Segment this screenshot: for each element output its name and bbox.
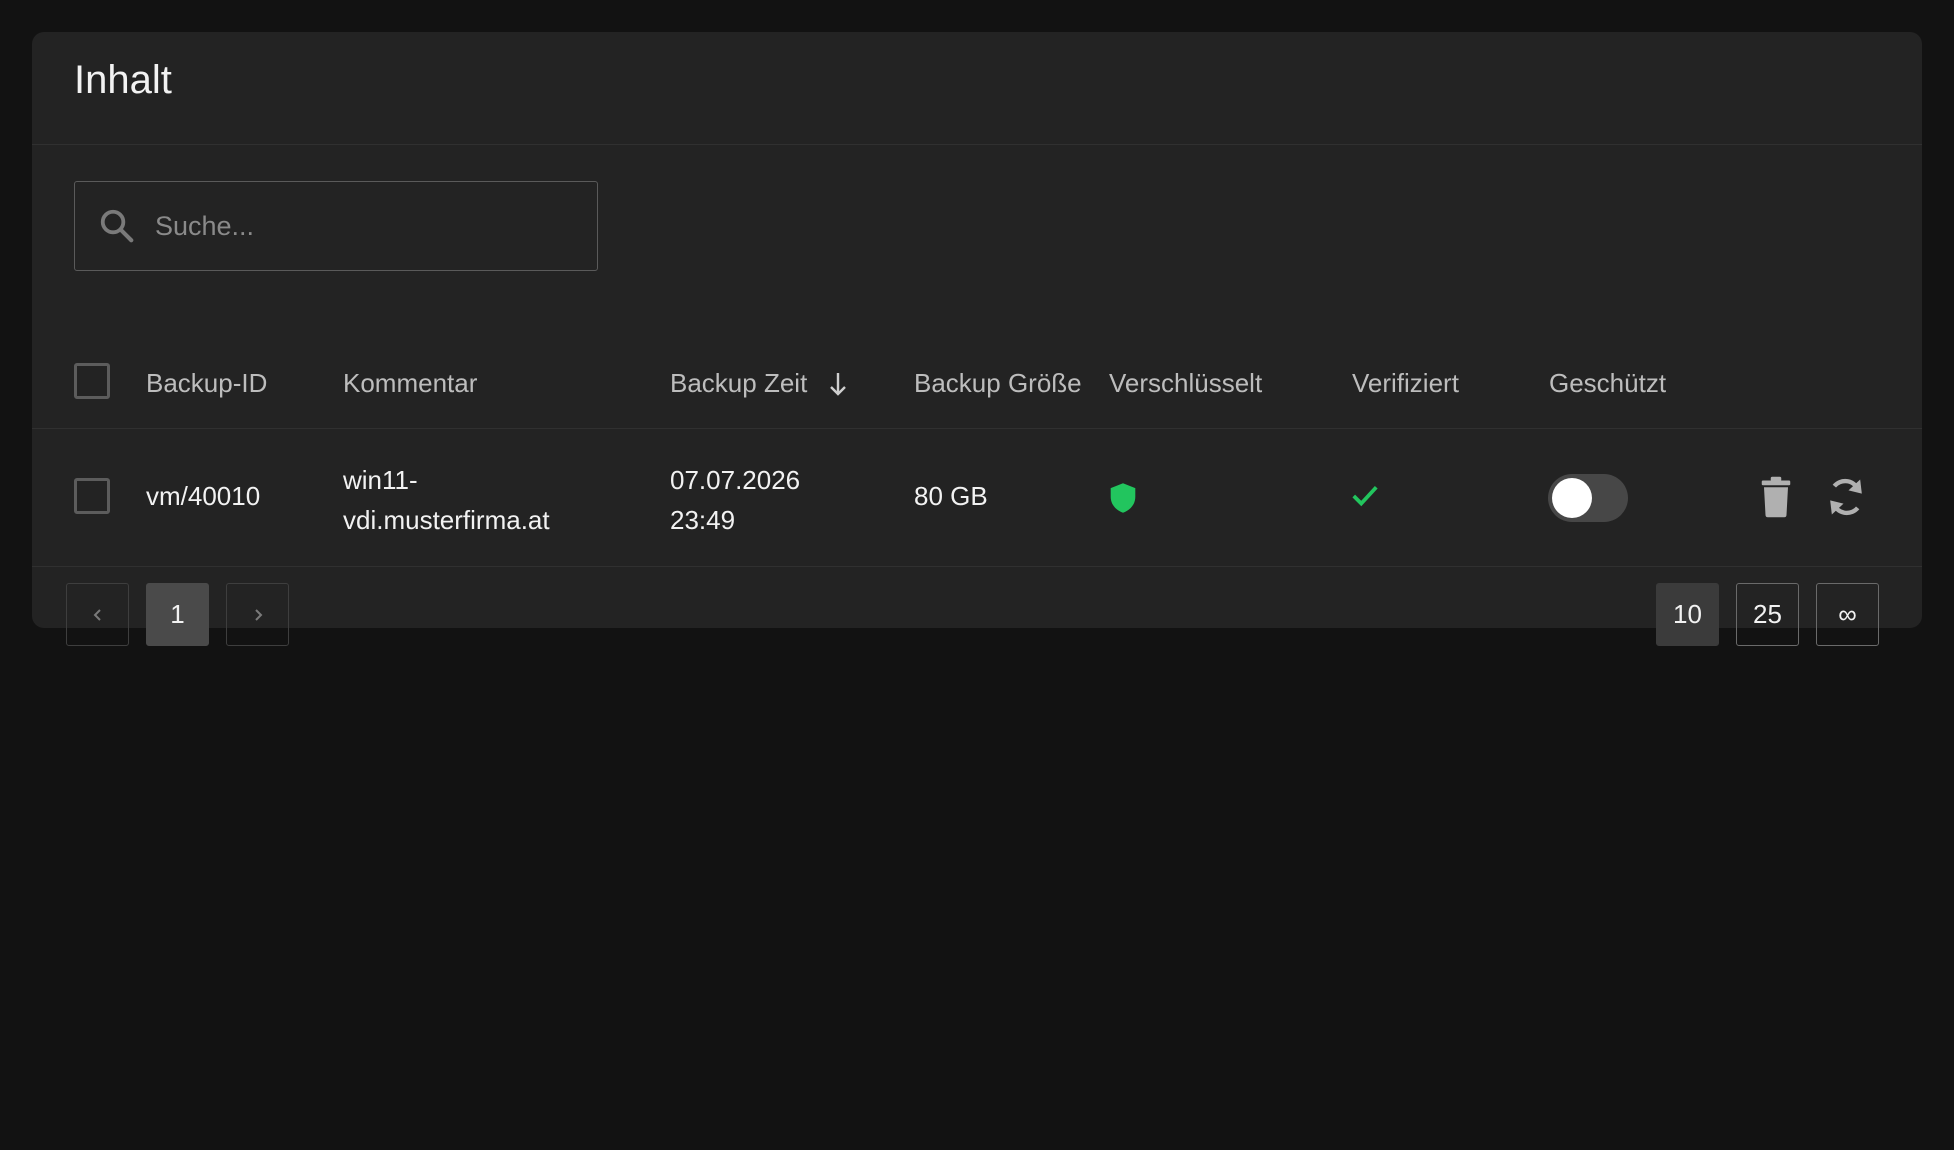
content-card: Inhalt Backup-ID Kommentar Backup Zeit B…: [32, 32, 1922, 646]
toggle-knob: [1552, 478, 1592, 518]
column-header-comment[interactable]: Kommentar: [343, 368, 477, 399]
select-all-checkbox[interactable]: [74, 363, 110, 399]
table-row: vm/40010 win11- vdi.musterfirma.at 07.07…: [32, 429, 1922, 567]
checkmark-icon: [1350, 483, 1380, 516]
backup-date: 07.07.2026: [670, 465, 801, 495]
card-header: Inhalt: [32, 32, 1922, 145]
comment-line-2: vdi.musterfirma.at: [343, 505, 550, 535]
table-header: Backup-ID Kommentar Backup Zeit Backup G…: [32, 320, 1922, 429]
column-header-backup-time[interactable]: Backup Zeit: [670, 368, 807, 399]
column-header-backup-id[interactable]: Backup-ID: [146, 368, 267, 399]
backup-size-value: 80 GB: [914, 481, 988, 511]
search-input[interactable]: [153, 209, 557, 243]
backup-clock: 23:49: [670, 505, 736, 535]
previous-page-button[interactable]: [66, 583, 129, 646]
comment-value: win11- vdi.musterfirma.at: [343, 460, 550, 540]
row-select-checkbox[interactable]: [74, 478, 110, 514]
backup-time-value: 07.07.2026 23:49: [670, 460, 800, 540]
restore-icon[interactable]: [1824, 475, 1868, 519]
column-header-backup-size[interactable]: Backup Größe: [914, 368, 1082, 399]
page-size-10-button[interactable]: 10: [1656, 583, 1719, 646]
card-title: Inhalt: [74, 57, 172, 102]
search-box[interactable]: [74, 181, 598, 271]
chevron-left-icon: [92, 599, 104, 630]
page-size-25-button[interactable]: 25: [1736, 583, 1799, 646]
column-header-protected[interactable]: Geschützt: [1549, 368, 1666, 399]
page-size-all-button[interactable]: ∞: [1816, 583, 1879, 646]
chevron-right-icon: [252, 599, 264, 630]
trash-icon[interactable]: [1754, 475, 1798, 519]
next-page-button[interactable]: [226, 583, 289, 646]
search-icon: [97, 206, 137, 246]
backup-id-value: vm/40010: [146, 481, 261, 511]
arrow-down-icon[interactable]: [826, 370, 850, 403]
column-header-verified[interactable]: Verifiziert: [1352, 368, 1459, 399]
page-button-current[interactable]: 1: [146, 583, 209, 646]
comment-line-1: win11-: [343, 465, 418, 495]
shield-icon: [1108, 482, 1138, 521]
column-header-encrypted[interactable]: Verschlüsselt: [1109, 368, 1262, 399]
protected-toggle[interactable]: [1548, 474, 1628, 522]
